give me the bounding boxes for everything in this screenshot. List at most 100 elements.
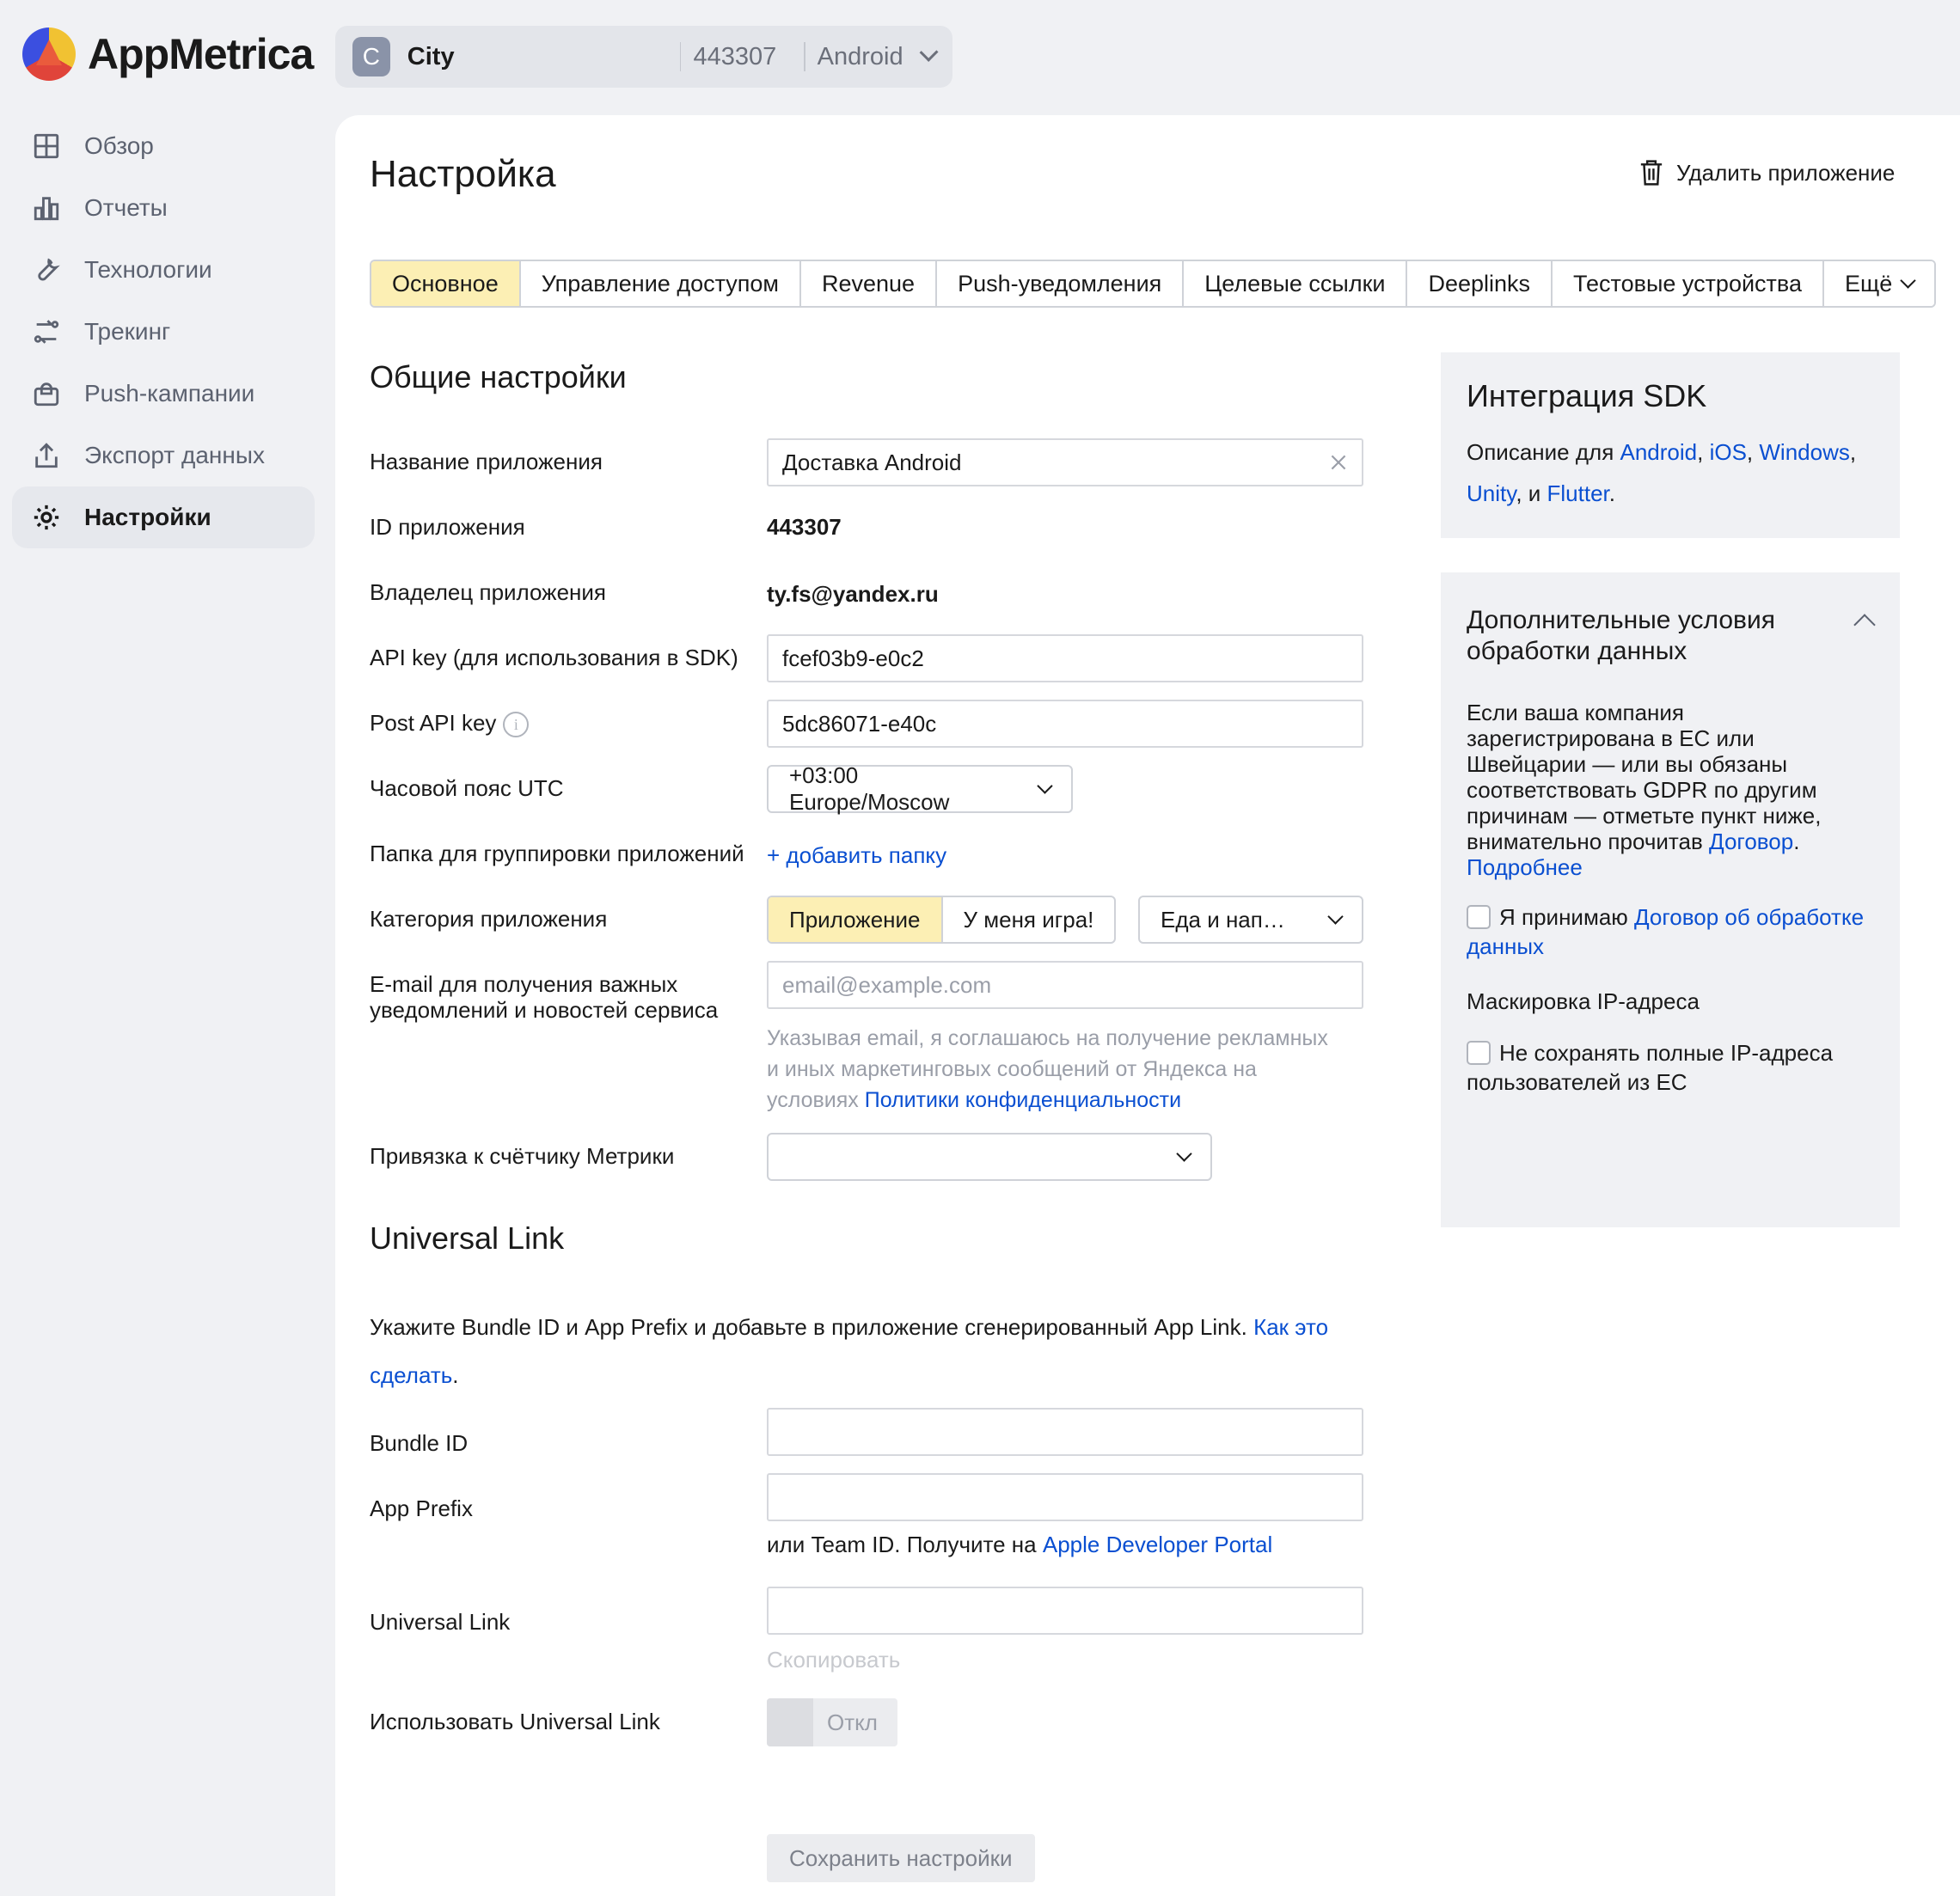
sep: . xyxy=(1608,480,1615,506)
clear-icon[interactable] xyxy=(1327,451,1350,474)
chevron-down-icon xyxy=(1176,1145,1192,1162)
sep: , и xyxy=(1516,480,1547,506)
app-avatar: C xyxy=(352,37,390,76)
gear-icon xyxy=(31,502,62,533)
sdk-panel-text: Описание для Android, iOS, Windows, Unity… xyxy=(1467,439,1857,506)
accept-contract-checkbox[interactable] xyxy=(1467,905,1491,929)
category-segmented-control: Приложение У меня игра! xyxy=(767,896,1117,944)
delete-app-button[interactable]: Удалить приложение xyxy=(1638,158,1895,187)
data-processing-contract-link-cont[interactable]: данных xyxy=(1467,933,1544,959)
tab-access-management[interactable]: Управление доступом xyxy=(520,261,801,306)
chevron-down-icon xyxy=(1900,272,1916,289)
sidebar-item-technologies[interactable]: Технологии xyxy=(12,239,315,301)
tab-target-links[interactable]: Целевые ссылки xyxy=(1184,261,1408,306)
sdk-ios-link[interactable]: iOS xyxy=(1710,439,1747,465)
api-key-field[interactable]: fcef03b9-e0c2 xyxy=(767,634,1363,682)
email-hint: Указывая email, я соглашаюсь на получени… xyxy=(767,1023,1369,1116)
gdpr-text-line: причинам — отметьте пункт ниже, xyxy=(1467,803,1822,829)
app-owner-value: ty.fs@yandex.ru xyxy=(767,581,939,607)
save-settings-button[interactable]: Сохранить настройки xyxy=(767,1834,1035,1882)
appmetrica-logo-icon xyxy=(22,28,76,81)
sidebar-item-overview[interactable]: Обзор xyxy=(12,115,315,177)
sdk-panel-title: Интеграция SDK xyxy=(1467,378,1707,413)
app-logo[interactable]: AppMetrica xyxy=(22,28,314,81)
category-select[interactable]: Еда и нап… xyxy=(1138,896,1363,944)
sidebar-item-label: Трекинг xyxy=(84,318,171,345)
data-processing-contract-link[interactable]: Договор об обработке xyxy=(1634,904,1864,930)
app-id-label: ID приложения xyxy=(370,514,525,540)
timezone-label: Часовой пояс UTC xyxy=(370,775,564,801)
app-name-input[interactable]: Доставка Android xyxy=(767,438,1363,486)
sidebar-item-reports[interactable]: Отчеты xyxy=(12,177,315,239)
gdpr-text-line: Если ваша компания xyxy=(1467,700,1684,725)
ip-mask-title: Маскировка IP-адреса xyxy=(1467,988,1700,1014)
tab-test-devices[interactable]: Тестовые устройства xyxy=(1553,261,1824,306)
gdpr-text-line: внимательно прочитав xyxy=(1467,829,1710,854)
sdk-unity-link[interactable]: Unity xyxy=(1467,480,1516,506)
tab-deeplinks[interactable]: Deeplinks xyxy=(1407,261,1553,306)
tab-more[interactable]: Ещё xyxy=(1823,261,1935,306)
gdpr-panel-title: Дополнительные условия обработки данных xyxy=(1467,605,1874,667)
sdk-windows-link[interactable]: Windows xyxy=(1759,439,1849,465)
tab-revenue[interactable]: Revenue xyxy=(800,261,938,306)
how-to-link[interactable]: Как это xyxy=(1253,1314,1328,1340)
delete-app-label: Удалить приложение xyxy=(1676,159,1896,186)
category-option-app[interactable]: Приложение xyxy=(769,897,943,942)
app-name-value: Доставка Android xyxy=(782,449,962,475)
sidebar-item-settings[interactable]: Настройки xyxy=(12,486,315,548)
email-input[interactable]: email@example.com xyxy=(767,961,1363,1009)
bundle-id-input[interactable] xyxy=(767,1408,1363,1456)
toggle-knob xyxy=(767,1698,813,1746)
timezone-select[interactable]: +03:00 Europe/Moscow xyxy=(767,762,1073,815)
sidebar-item-label: Push-кампании xyxy=(84,380,255,407)
gdpr-panel: Дополнительные условия обработки данных … xyxy=(1441,572,1900,1227)
copy-link-button[interactable]: Скопировать xyxy=(767,1647,900,1673)
app-switcher[interactable]: C City 443307 Android xyxy=(335,26,952,88)
sidebar-item-push-campaigns[interactable]: Push-кампании xyxy=(12,363,315,425)
contract-link[interactable]: Договор xyxy=(1709,829,1793,854)
universal-link-input[interactable] xyxy=(767,1587,1363,1635)
page-title: Настройка xyxy=(370,153,556,195)
team-id-hint: или Team ID. Получите на Apple Developer… xyxy=(767,1532,1272,1558)
info-icon[interactable]: i xyxy=(503,712,530,738)
ip-mask-text: Не сохранять полные IP-адреса xyxy=(1499,1040,1834,1066)
app-prefix-input[interactable] xyxy=(767,1473,1363,1521)
metrika-label: Привязка к счётчику Метрики xyxy=(370,1143,675,1169)
category-select-value: Еда и нап… xyxy=(1161,906,1285,933)
tab-push-notifications[interactable]: Push-уведомления xyxy=(937,261,1185,306)
sidebar-item-tracking[interactable]: Трекинг xyxy=(12,301,315,363)
email-hint-line: условиях xyxy=(767,1088,865,1112)
category-option-game[interactable]: У меня игра! xyxy=(943,897,1115,942)
email-hint-line: и иных маркетинговых сообщений от Яндекс… xyxy=(767,1057,1257,1081)
settings-tabs: Основное Управление доступом Revenue Pus… xyxy=(370,260,1937,308)
bar-chart-icon xyxy=(31,193,62,223)
more-info-link[interactable]: Подробнее xyxy=(1467,854,1583,880)
gdpr-text: Если ваша компания зарегистрирована в ЕС… xyxy=(1467,700,1822,880)
tab-general[interactable]: Основное xyxy=(371,261,521,306)
post-api-key-value: 5dc86071-e40c xyxy=(782,710,937,737)
gdpr-accept-row: Я принимаю Договор об обработке данных xyxy=(1467,902,1874,961)
sdk-android-link[interactable]: Android xyxy=(1620,439,1698,465)
ip-mask-checkbox[interactable] xyxy=(1467,1041,1491,1065)
how-to-link-cont[interactable]: сделать xyxy=(370,1362,452,1388)
apple-developer-portal-link[interactable]: Apple Developer Portal xyxy=(1043,1532,1272,1557)
sep: , xyxy=(1697,439,1710,465)
sdk-flutter-link[interactable]: Flutter xyxy=(1547,480,1609,506)
chevron-down-icon xyxy=(919,42,939,63)
universal-link-label: Universal Link xyxy=(370,1609,511,1635)
tab-more-label: Ещё xyxy=(1844,270,1893,297)
post-api-key-field[interactable]: 5dc86071-e40c xyxy=(767,700,1363,748)
metrika-select[interactable] xyxy=(767,1133,1212,1181)
add-folder-link[interactable]: + добавить папку xyxy=(767,842,946,869)
divider xyxy=(679,42,682,71)
email-label-line: E-mail для получения важных xyxy=(370,971,678,997)
universal-link-toggle[interactable]: Откл xyxy=(767,1698,897,1746)
privacy-policy-link[interactable]: Политики конфиденциальности xyxy=(865,1088,1181,1112)
post-api-key-label-row: Post API key i xyxy=(370,710,530,738)
universal-link-description: Укажите Bundle ID и App Prefix и добавьт… xyxy=(370,1303,1367,1399)
sidebar-item-data-export[interactable]: Экспорт данных xyxy=(12,425,315,486)
general-settings-heading: Общие настройки xyxy=(370,359,627,394)
universal-link-heading: Universal Link xyxy=(370,1220,565,1256)
app-switcher-platform: Android xyxy=(817,42,903,70)
gdpr-title-line: Дополнительные условия xyxy=(1467,606,1775,634)
